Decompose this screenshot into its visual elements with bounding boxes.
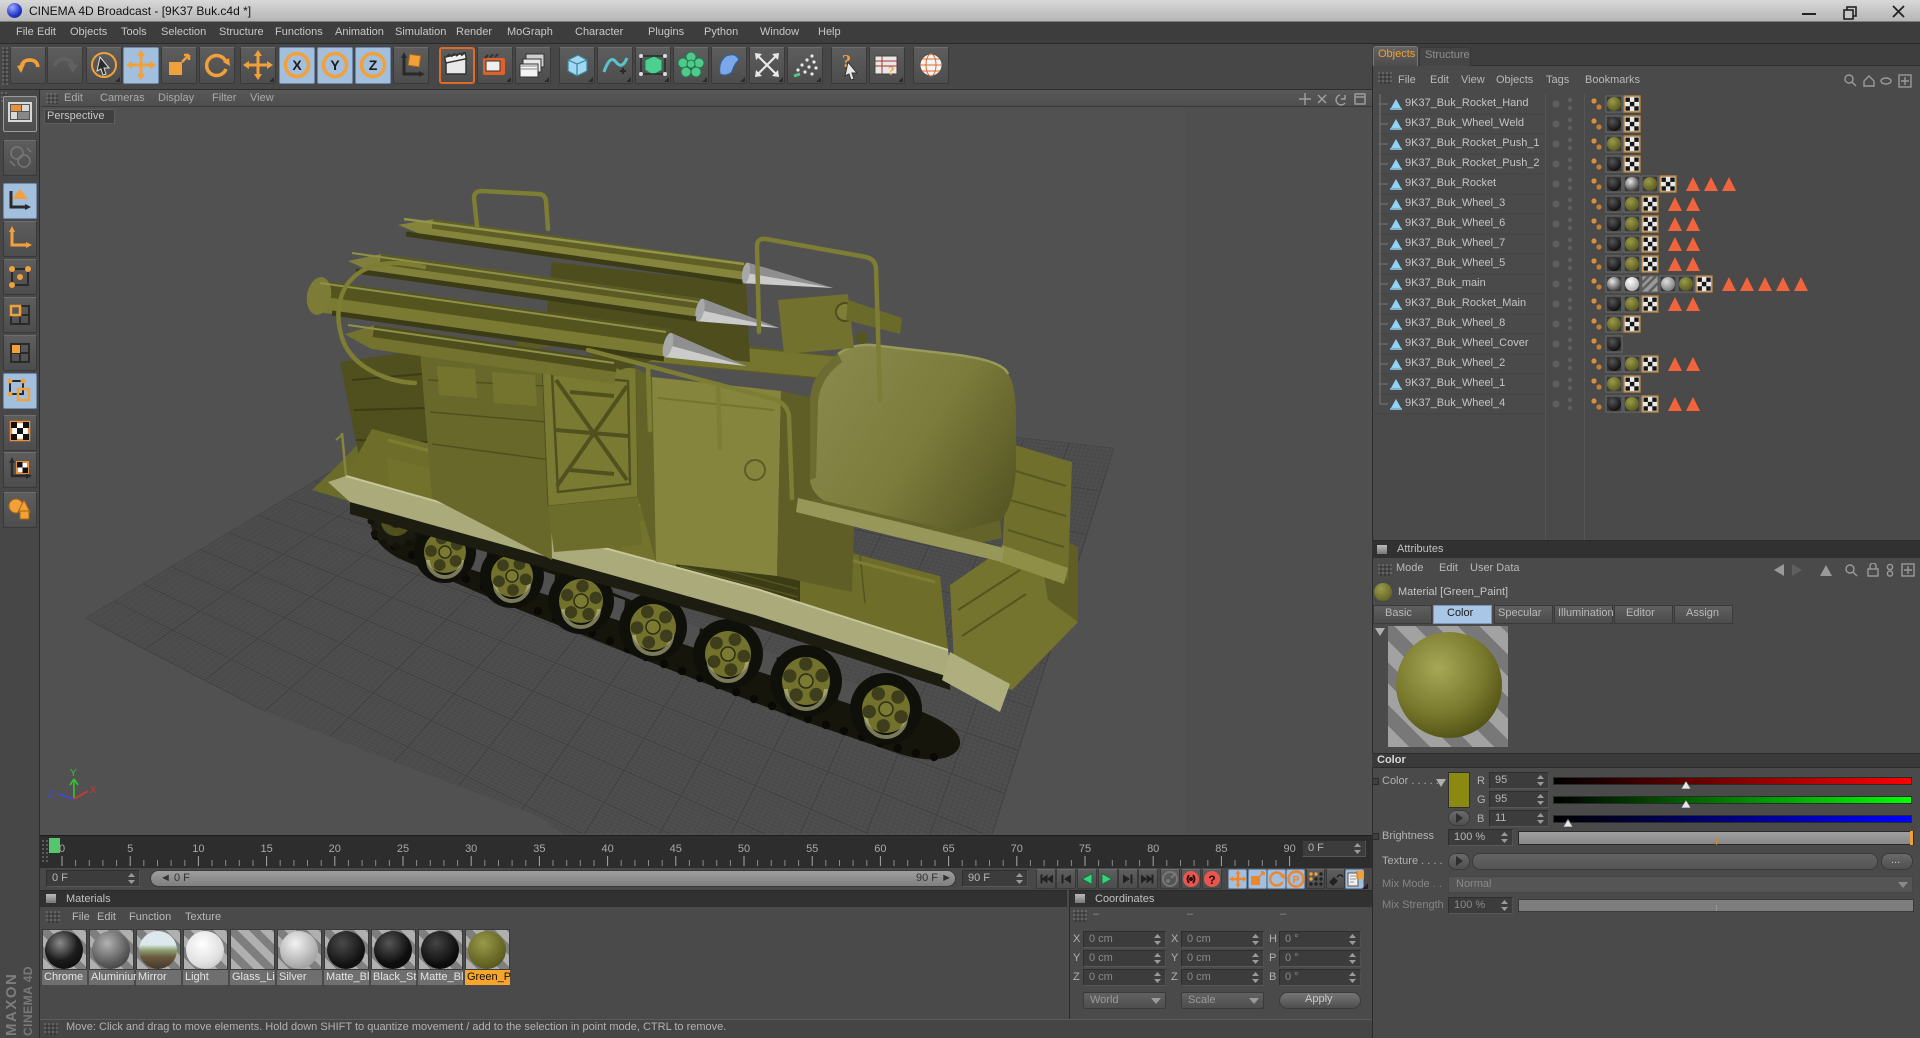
svg-text:?: ? — [1208, 873, 1215, 887]
svg-text:15: 15 — [260, 843, 272, 855]
svg-text:50: 50 — [738, 843, 750, 855]
svg-text:40: 40 — [601, 843, 613, 855]
svg-text:55: 55 — [806, 843, 818, 855]
svg-text:P: P — [1293, 875, 1300, 886]
svg-text:X: X — [90, 785, 97, 796]
svg-text:20: 20 — [329, 843, 341, 855]
svg-text:?: ? — [888, 63, 895, 78]
svg-text:Y: Y — [330, 57, 340, 73]
svg-text:60: 60 — [874, 843, 886, 855]
svg-text:45: 45 — [670, 843, 682, 855]
svg-text:65: 65 — [942, 843, 954, 855]
svg-text:Z: Z — [369, 57, 378, 73]
svg-text:70: 70 — [1011, 843, 1023, 855]
svg-text:85: 85 — [1215, 843, 1227, 855]
svg-text:30: 30 — [465, 843, 477, 855]
svg-text:90: 90 — [1283, 843, 1295, 855]
svg-text:75: 75 — [1079, 843, 1091, 855]
svg-text:5: 5 — [127, 843, 133, 855]
svg-text:X: X — [292, 57, 302, 73]
svg-text:10: 10 — [192, 843, 204, 855]
svg-text:35: 35 — [533, 843, 545, 855]
svg-text:25: 25 — [397, 843, 409, 855]
svg-text:80: 80 — [1147, 843, 1159, 855]
svg-text:Y: Y — [70, 768, 77, 779]
svg-text:Z: Z — [48, 789, 54, 800]
